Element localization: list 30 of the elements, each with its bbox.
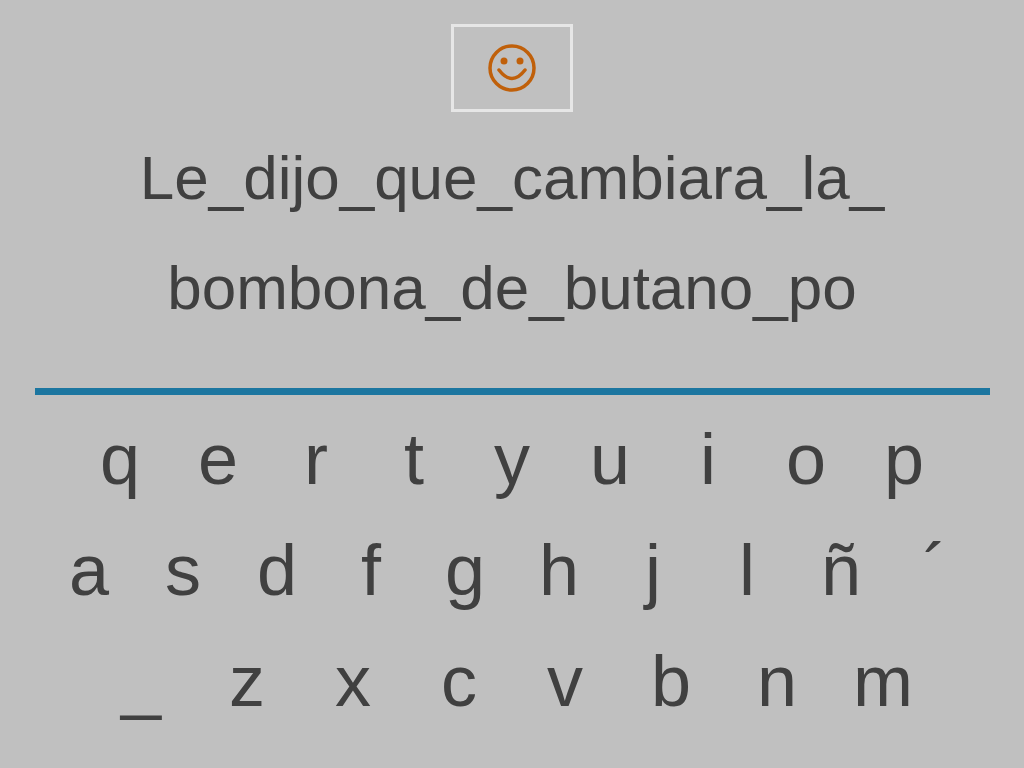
letter-key[interactable]: m <box>830 635 936 726</box>
letter-key[interactable]: c <box>406 635 512 726</box>
letter-key[interactable]: a <box>42 524 136 615</box>
letter-key[interactable]: ñ <box>794 524 888 615</box>
letter-key[interactable]: t <box>365 413 463 504</box>
sentence-text: bombona_de_butano_po <box>167 252 857 324</box>
letter-key[interactable]: z <box>194 635 300 726</box>
letter-key[interactable]: s <box>136 524 230 615</box>
letter-key[interactable]: g <box>418 524 512 615</box>
letter-key[interactable]: i <box>659 413 757 504</box>
letter-key[interactable]: b <box>618 635 724 726</box>
letter-key[interactable]: _ <box>88 635 194 726</box>
letter-key[interactable]: x <box>300 635 406 726</box>
letter-key[interactable]: l <box>700 524 794 615</box>
letter-key[interactable]: n <box>724 635 830 726</box>
letter-key[interactable]: d <box>230 524 324 615</box>
letter-key[interactable]: r <box>267 413 365 504</box>
letter-key[interactable]: j <box>606 524 700 615</box>
letter-key[interactable]: v <box>512 635 618 726</box>
letter-key[interactable]: u <box>561 413 659 504</box>
letter-key[interactable]: y <box>463 413 561 504</box>
smiley-icon <box>487 43 537 93</box>
letter-key[interactable]: f <box>324 524 418 615</box>
letter-key[interactable]: e <box>169 413 267 504</box>
letter-key[interactable]: h <box>512 524 606 615</box>
letter-key[interactable]: p <box>855 413 953 504</box>
sentence-text: Le_dijo_que_cambiara_la_ <box>139 142 885 214</box>
letter-key[interactable]: o <box>757 413 855 504</box>
letter-key[interactable]: q <box>71 413 169 504</box>
letter-key[interactable]: ´ <box>888 524 982 615</box>
